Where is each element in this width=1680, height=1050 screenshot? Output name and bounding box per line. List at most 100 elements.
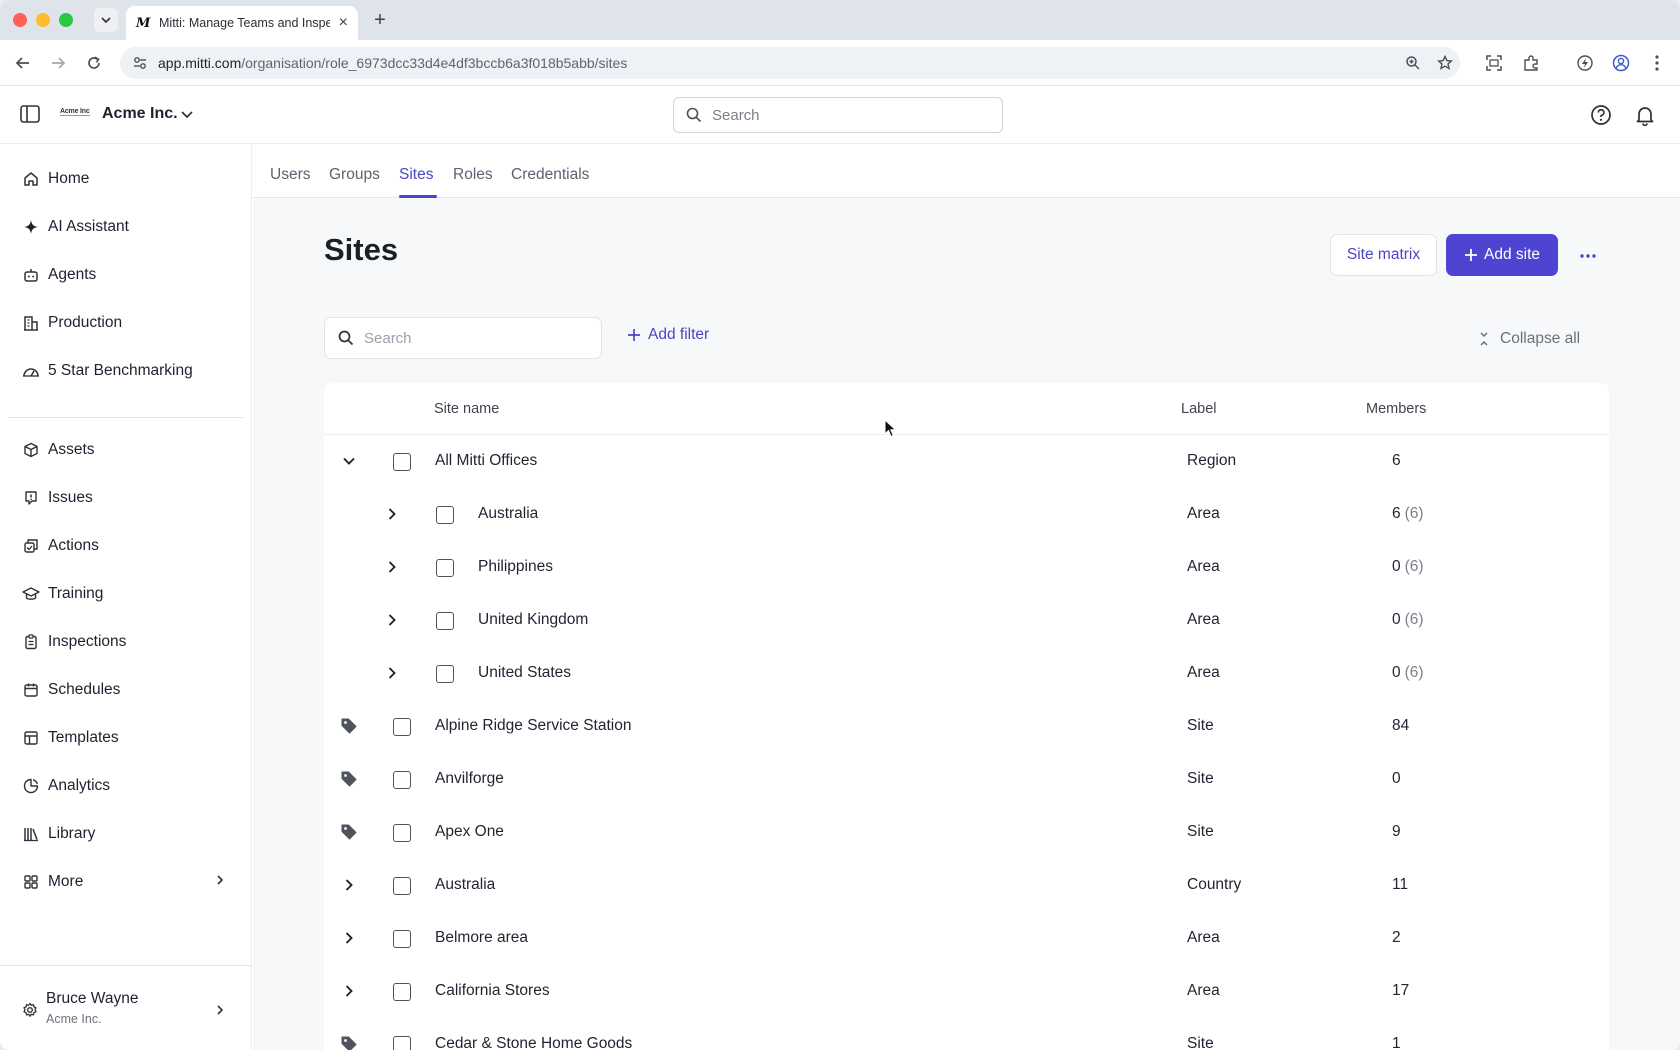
site-name[interactable]: Philippines [478,558,553,576]
help-icon[interactable] [1590,104,1612,126]
row-checkbox[interactable] [436,665,454,683]
site-name[interactable]: United Kingdom [478,611,588,629]
zoom-icon[interactable] [1402,52,1424,74]
table-row[interactable]: United Kingdom Area 0 (6) [324,594,1609,647]
chevron-down-icon[interactable] [180,107,194,126]
profile-icon[interactable] [1610,52,1632,74]
site-name[interactable]: All Mitti Offices [435,452,537,470]
row-checkbox[interactable] [393,771,411,789]
global-search[interactable] [673,97,1003,133]
site-name[interactable]: Australia [478,505,538,523]
row-checkbox[interactable] [393,718,411,736]
tab-credentials[interactable]: Credentials [511,166,589,184]
minimize-window-button[interactable] [36,13,50,27]
row-checkbox[interactable] [393,930,411,948]
sidebar-item-library[interactable]: Library [12,815,240,853]
site-name[interactable]: United States [478,664,571,682]
table-row[interactable]: Alpine Ridge Service Station Site 84 [324,700,1609,753]
table-row[interactable]: Cedar & Stone Home Goods Site 1 [324,1018,1609,1050]
table-row[interactable]: All Mitti Offices Region 6 [324,435,1609,488]
performance-icon[interactable] [1574,52,1596,74]
extensions-icon[interactable] [1520,52,1542,74]
sidebar-item-assets[interactable]: Assets [12,431,240,469]
tab-groups[interactable]: Groups [329,166,380,184]
chevron-down-icon[interactable] [339,451,359,471]
table-row[interactable]: Australia Country 11 [324,859,1609,912]
close-tab-icon[interactable]: × [339,14,348,32]
sidebar-item-production[interactable]: Production [12,304,240,342]
table-row[interactable]: Anvilforge Site 0 [324,753,1609,806]
org-switcher[interactable]: Acme Inc. [102,105,178,123]
column-header-label[interactable]: Label [1181,401,1216,417]
column-header-members[interactable]: Members [1366,401,1426,417]
sidebar-item-issues[interactable]: Issues [12,479,240,517]
more-options-button[interactable] [1573,241,1603,271]
back-button[interactable] [12,52,34,74]
maximize-window-button[interactable] [59,13,73,27]
chevron-right-icon[interactable] [382,663,402,683]
global-search-input[interactable] [712,106,992,124]
sidebar-item-training[interactable]: Training [12,575,240,613]
site-name[interactable]: Alpine Ridge Service Station [435,717,631,735]
reload-button[interactable] [83,52,105,74]
site-name[interactable]: Belmore area [435,929,528,947]
sidebar-item-schedules[interactable]: Schedules [12,671,240,709]
sites-search[interactable] [324,317,602,359]
table-row[interactable]: Philippines Area 0 (6) [324,541,1609,594]
chevron-right-icon[interactable] [382,504,402,524]
chevron-right-icon[interactable] [382,610,402,630]
sidebar-item-actions[interactable]: Actions [12,527,240,565]
chevron-right-icon[interactable] [339,875,359,895]
site-name[interactable]: Apex One [435,823,504,841]
site-name[interactable]: California Stores [435,982,550,1000]
row-checkbox[interactable] [393,1036,411,1050]
table-row[interactable]: United States Area 0 (6) [324,647,1609,700]
sidebar-item-home[interactable]: Home [12,160,240,198]
browser-menu-icon[interactable] [1646,52,1668,74]
user-menu[interactable]: Bruce Wayne Acme Inc. [12,990,240,1040]
row-checkbox[interactable] [436,506,454,524]
site-settings-icon[interactable] [132,55,148,71]
sidebar-item-inspections[interactable]: Inspections [12,623,240,661]
collapse-all-button[interactable]: Collapse all [1478,330,1580,348]
table-row[interactable]: Australia Area 6 (6) [324,488,1609,541]
add-site-button[interactable]: Add site [1446,234,1558,276]
bookmark-star-icon[interactable] [1434,52,1456,74]
add-filter-button[interactable]: Add filter [627,326,709,344]
screen-capture-icon[interactable] [1483,52,1505,74]
tab-search-button[interactable] [94,8,118,32]
browser-tab-active[interactable]: M Mitti: Manage Teams and Inspections × [126,6,358,40]
site-name[interactable]: Cedar & Stone Home Goods [435,1035,632,1050]
column-header-site-name[interactable]: Site name [434,401,499,417]
chevron-right-icon[interactable] [339,981,359,1001]
tab-users[interactable]: Users [270,166,310,184]
sidebar-item-agents[interactable]: Agents [12,256,240,294]
chevron-right-icon[interactable] [382,557,402,577]
tab-sites[interactable]: Sites [399,166,433,184]
table-row[interactable]: California Stores Area 17 [324,965,1609,1018]
notifications-bell-icon[interactable] [1634,104,1656,127]
tab-roles[interactable]: Roles [453,166,493,184]
sites-search-input[interactable] [364,329,584,347]
close-window-button[interactable] [13,13,27,27]
site-matrix-button[interactable]: Site matrix [1330,234,1437,276]
forward-button[interactable] [47,52,69,74]
address-bar[interactable]: app.mitti.com/organisation/role_6973dcc3… [120,47,1460,79]
sidebar-item-ai-assistant[interactable]: AI Assistant [12,208,240,246]
site-name[interactable]: Anvilforge [435,770,504,788]
new-tab-button[interactable]: + [368,8,392,32]
row-checkbox[interactable] [436,612,454,630]
sidebar-item-5-star-benchmarking[interactable]: 5 Star Benchmarking [12,352,240,390]
row-checkbox[interactable] [393,824,411,842]
chevron-right-icon[interactable] [339,928,359,948]
sidebar-item-more[interactable]: More [12,863,240,901]
site-name[interactable]: Australia [435,876,495,894]
row-checkbox[interactable] [393,453,411,471]
table-row[interactable]: Belmore area Area 2 [324,912,1609,965]
table-row[interactable]: Apex One Site 9 [324,806,1609,859]
row-checkbox[interactable] [393,983,411,1001]
row-checkbox[interactable] [436,559,454,577]
sidebar-toggle-button[interactable] [20,105,42,125]
sidebar-item-analytics[interactable]: Analytics [12,767,240,805]
row-checkbox[interactable] [393,877,411,895]
